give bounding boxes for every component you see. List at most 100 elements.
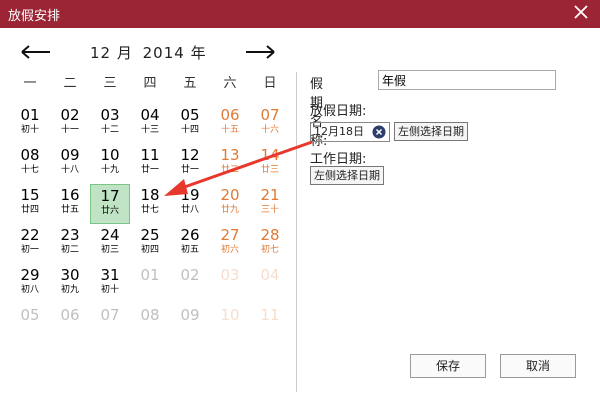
pick-holiday-date-button[interactable]: 左侧选择日期 xyxy=(394,122,468,141)
lunar-date: 廿八 xyxy=(180,205,199,215)
day-cell[interactable]: 21 三十 xyxy=(250,184,290,224)
day-number: 28 xyxy=(260,226,280,244)
cancel-button[interactable]: 取消 xyxy=(500,354,576,378)
day-cell[interactable]: 30 初九 xyxy=(50,264,90,304)
day-number: 31 xyxy=(100,266,120,284)
calendar-panel: 12 月 2014 年 一二三四五六日 01 初十 02 十一 03 十二 04 十三 05 十四… xyxy=(10,36,295,324)
lunar-date: 初十 xyxy=(100,285,119,295)
lunar-date: 廿六 xyxy=(100,206,119,216)
day-cell[interactable]: 16 廿五 xyxy=(50,184,90,224)
day-number: 05 xyxy=(180,106,200,124)
day-cell[interactable]: 08 xyxy=(130,304,170,344)
day-cell[interactable]: 05 十四 xyxy=(170,104,210,144)
day-cell[interactable]: 15 廿四 xyxy=(10,184,50,224)
day-number: 03 xyxy=(220,266,240,284)
prev-month-icon[interactable] xyxy=(20,44,52,60)
day-number: 19 xyxy=(180,186,200,204)
holiday-date-label: 放假日期: xyxy=(310,104,367,119)
day-number: 02 xyxy=(60,106,80,124)
lunar-date: 初九 xyxy=(60,285,79,295)
day-cell[interactable]: 18 廿七 xyxy=(130,184,170,224)
day-cell[interactable]: 12 廿一 xyxy=(170,144,210,184)
day-cell[interactable]: 13 廿二 xyxy=(210,144,250,184)
day-cell[interactable]: 10 十九 xyxy=(90,144,130,184)
weekday-label: 五 xyxy=(183,76,197,91)
day-cell[interactable]: 19 廿八 xyxy=(170,184,210,224)
day-number: 06 xyxy=(220,106,240,124)
day-cell[interactable]: 04 xyxy=(250,264,290,304)
day-cell[interactable]: 23 初二 xyxy=(50,224,90,264)
day-number: 04 xyxy=(140,106,160,124)
weekday-label: 三 xyxy=(103,76,117,91)
day-cell[interactable]: 03 十二 xyxy=(90,104,130,144)
day-number: 08 xyxy=(20,146,40,164)
lunar-date: 初八 xyxy=(20,285,39,295)
day-cell[interactable]: 07 xyxy=(90,304,130,344)
day-number: 07 xyxy=(260,106,280,124)
day-cell[interactable]: 02 十一 xyxy=(50,104,90,144)
lunar-date: 十八 xyxy=(60,165,79,175)
lunar-date: 初十 xyxy=(20,125,39,135)
name-input[interactable] xyxy=(378,70,556,90)
weekday-label: 一 xyxy=(23,76,37,91)
day-cell[interactable]: 20 廿九 xyxy=(210,184,250,224)
day-cell[interactable]: 14 廿三 xyxy=(250,144,290,184)
day-cell[interactable]: 06 十五 xyxy=(210,104,250,144)
day-cell[interactable]: 01 xyxy=(130,264,170,304)
day-cell[interactable]: 26 初五 xyxy=(170,224,210,264)
day-number: 14 xyxy=(260,146,280,164)
day-cell[interactable]: 11 xyxy=(250,304,290,344)
day-cell[interactable]: 24 初三 xyxy=(90,224,130,264)
holiday-date-value: 12月18日 xyxy=(314,125,364,138)
day-number: 05 xyxy=(20,306,40,324)
year-text: 2014 年 xyxy=(142,44,207,62)
day-cell[interactable]: 09 十八 xyxy=(50,144,90,184)
day-cell[interactable]: 11 廿一 xyxy=(130,144,170,184)
day-number: 12 xyxy=(180,146,200,164)
pick-work-date-button[interactable]: 左侧选择日期 xyxy=(310,166,384,185)
weekday-label: 六 xyxy=(223,76,237,91)
day-cell[interactable]: 29 初八 xyxy=(10,264,50,304)
day-number: 01 xyxy=(140,266,160,284)
weekday-header: 一二三四五六日 xyxy=(10,72,295,92)
lunar-date: 廿四 xyxy=(20,205,39,215)
close-icon[interactable] xyxy=(572,3,590,21)
day-number: 04 xyxy=(260,266,280,284)
weekday-label: 四 xyxy=(143,76,157,91)
day-cell[interactable]: 03 xyxy=(210,264,250,304)
lunar-date: 十九 xyxy=(100,165,119,175)
day-cell[interactable]: 09 xyxy=(170,304,210,344)
day-number: 18 xyxy=(140,186,160,204)
day-cell[interactable]: 05 xyxy=(10,304,50,344)
day-cell[interactable]: 07 十六 xyxy=(250,104,290,144)
lunar-date: 廿一 xyxy=(180,165,199,175)
lunar-date: 十五 xyxy=(220,125,239,135)
day-number: 23 xyxy=(60,226,80,244)
day-number: 29 xyxy=(20,266,40,284)
day-number: 27 xyxy=(220,226,240,244)
day-cell[interactable]: 02 xyxy=(170,264,210,304)
lunar-date: 初四 xyxy=(140,245,159,255)
day-cell[interactable]: 25 初四 xyxy=(130,224,170,264)
next-month-icon[interactable] xyxy=(244,44,276,60)
month-text: 12 月 xyxy=(90,44,133,62)
lunar-date: 初六 xyxy=(220,245,239,255)
day-cell[interactable]: 08 十七 xyxy=(10,144,50,184)
day-cell[interactable]: 31 初十 xyxy=(90,264,130,304)
day-number: 03 xyxy=(100,106,120,124)
lunar-date: 十三 xyxy=(140,125,159,135)
day-cell[interactable]: 06 xyxy=(50,304,90,344)
day-cell[interactable]: 27 初六 xyxy=(210,224,250,264)
day-number: 10 xyxy=(100,146,120,164)
day-number: 09 xyxy=(180,306,200,324)
day-cell[interactable]: 04 十三 xyxy=(130,104,170,144)
save-button[interactable]: 保存 xyxy=(410,354,486,378)
day-cell[interactable]: 01 初十 xyxy=(10,104,50,144)
day-cell[interactable]: 28 初七 xyxy=(250,224,290,264)
day-cell[interactable]: 10 xyxy=(210,304,250,344)
lunar-date: 初七 xyxy=(260,245,279,255)
day-cell[interactable]: 17 廿六 xyxy=(90,184,130,224)
remove-date-icon[interactable] xyxy=(372,125,386,139)
day-number: 22 xyxy=(20,226,40,244)
day-cell[interactable]: 22 初一 xyxy=(10,224,50,264)
